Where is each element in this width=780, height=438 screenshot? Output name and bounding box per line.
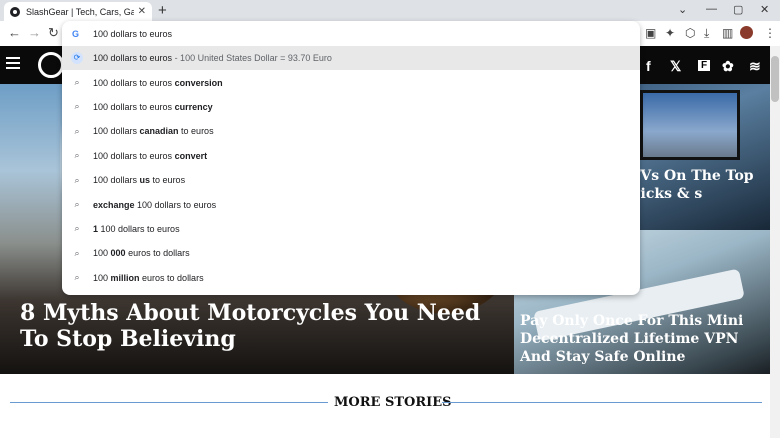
minimize-button[interactable]: — xyxy=(706,3,717,15)
suggestion-text: exchange 100 dollars to euros xyxy=(93,199,217,210)
suggestion-text: 100 dollars to euros - 100 United States… xyxy=(93,53,332,64)
profile-avatar[interactable] xyxy=(740,26,753,39)
downloads-icon[interactable]: ⤓ xyxy=(704,26,709,41)
suggestion-text: 100 dollars us to euros xyxy=(93,175,186,186)
search-icon: ⌕ xyxy=(74,247,80,258)
new-tab-button[interactable]: + xyxy=(158,2,167,19)
scrollbar-thumb[interactable] xyxy=(771,56,779,102)
omnibox-suggestion[interactable]: ⌕ 100 dollars canadian to euros xyxy=(62,119,640,143)
suggestion-text: 100 dollars to euros convert xyxy=(93,150,208,161)
tab-close-icon[interactable]: ✕ xyxy=(138,6,146,17)
omnibox-suggestion[interactable]: ⌕ 100 000 euros to dollars xyxy=(62,241,640,265)
tv-card-headline[interactable]: TVs On The Top Picks & s xyxy=(630,167,770,203)
slashgear-favicon-icon xyxy=(10,6,20,17)
omnibox-suggestion[interactable]: ⌕ 100 million euros to dollars xyxy=(62,266,640,290)
flipboard-icon[interactable]: F xyxy=(698,60,711,71)
omnibox-suggestion[interactable]: ⌕ 1 100 dollars to euros xyxy=(62,217,640,241)
side-panel-icon[interactable]: ▥ xyxy=(722,26,733,40)
reload-button[interactable]: ↻ xyxy=(48,25,59,41)
omnibox-suggestion[interactable]: ⌕ 100 dollars to euros conversion xyxy=(62,70,640,94)
suggestion-text: 1 100 dollars to euros xyxy=(93,223,180,234)
snapchat-icon[interactable]: ✿ xyxy=(722,58,734,75)
maximize-button[interactable]: ▢ xyxy=(733,3,743,16)
back-button[interactable]: ← xyxy=(8,25,21,40)
tab-search-chevron-icon[interactable]: ⌄ xyxy=(678,3,687,16)
more-stories-heading: MORE STORIES xyxy=(334,395,452,410)
forward-button[interactable]: → xyxy=(28,25,41,40)
menu-kebab-icon[interactable]: ⋮ xyxy=(764,26,776,40)
search-icon: ⌕ xyxy=(74,77,80,88)
suggestion-text: 100 dollars to euros currency xyxy=(93,101,213,112)
divider-right xyxy=(442,402,762,403)
facebook-icon[interactable]: f xyxy=(646,58,651,74)
suggestion-text: 100 million euros to dollars xyxy=(93,272,204,283)
divider-left xyxy=(10,402,328,403)
omnibox-suggestion[interactable]: ⌕ 100 dollars to euros currency xyxy=(62,95,640,119)
tab-title: SlashGear | Tech, Cars, Gaming, S xyxy=(26,6,134,17)
search-icon: ⌕ xyxy=(74,223,80,234)
omnibox-value: 100 dollars to euros xyxy=(93,28,173,39)
suggestion-text: 100 000 euros to dollars xyxy=(93,248,190,259)
omnibox-suggestion[interactable]: ⟳ 100 dollars to euros - 100 United State… xyxy=(62,46,640,71)
search-icon: ⌕ xyxy=(74,125,80,136)
search-icon: ⌕ xyxy=(74,174,80,185)
search-icon: ⌕ xyxy=(74,272,80,283)
x-twitter-icon[interactable]: 𝕏 xyxy=(670,58,681,75)
slashgear-logo[interactable] xyxy=(38,52,64,78)
search-icon: ⌕ xyxy=(74,150,80,161)
omnibox-input[interactable]: G 100 dollars to euros xyxy=(62,21,640,46)
omnibox-suggestion[interactable]: ⌕ 100 dollars to euros convert xyxy=(62,144,640,168)
tab-slashgear[interactable]: SlashGear | Tech, Cars, Gaming, S ✕ xyxy=(4,2,152,21)
image-search-icon[interactable]: ▣ xyxy=(645,26,656,40)
currency-convert-icon: ⟳ xyxy=(71,52,83,65)
search-icon: ⌕ xyxy=(74,101,80,112)
window-close-button[interactable]: ✕ xyxy=(760,3,769,16)
omnibox-dropdown: G 100 dollars to euros ⟳ 100 dollars to e… xyxy=(62,21,640,295)
suggestion-list: ⟳ 100 dollars to euros - 100 United State… xyxy=(62,46,640,290)
vpn-card-headline[interactable]: Pay Only Once For This Mini Decentralize… xyxy=(520,312,765,366)
suggestion-text: 100 dollars to euros conversion xyxy=(93,77,223,88)
tv-screen xyxy=(640,90,740,160)
suggestion-text: 100 dollars canadian to euros xyxy=(93,126,214,137)
extensions-icon[interactable]: ✦ xyxy=(665,26,675,40)
hamburger-menu-icon[interactable] xyxy=(6,57,20,69)
omnibox-suggestion[interactable]: ⌕ 100 dollars us to euros xyxy=(62,168,640,192)
rss-icon[interactable]: ≋ xyxy=(749,58,761,75)
omnibox-suggestion[interactable]: ⌕ exchange 100 dollars to euros xyxy=(62,192,640,216)
conversion-answer: - 100 United States Dollar = 93.70 Euro xyxy=(172,53,332,64)
hero-headline[interactable]: 8 Myths About Motorcycles You Need To St… xyxy=(20,300,500,352)
search-icon: ⌕ xyxy=(74,199,80,210)
google-icon: G xyxy=(72,28,80,39)
page-scrollbar[interactable] xyxy=(770,46,780,438)
extension-shield-icon[interactable]: ⬡ xyxy=(685,26,695,40)
